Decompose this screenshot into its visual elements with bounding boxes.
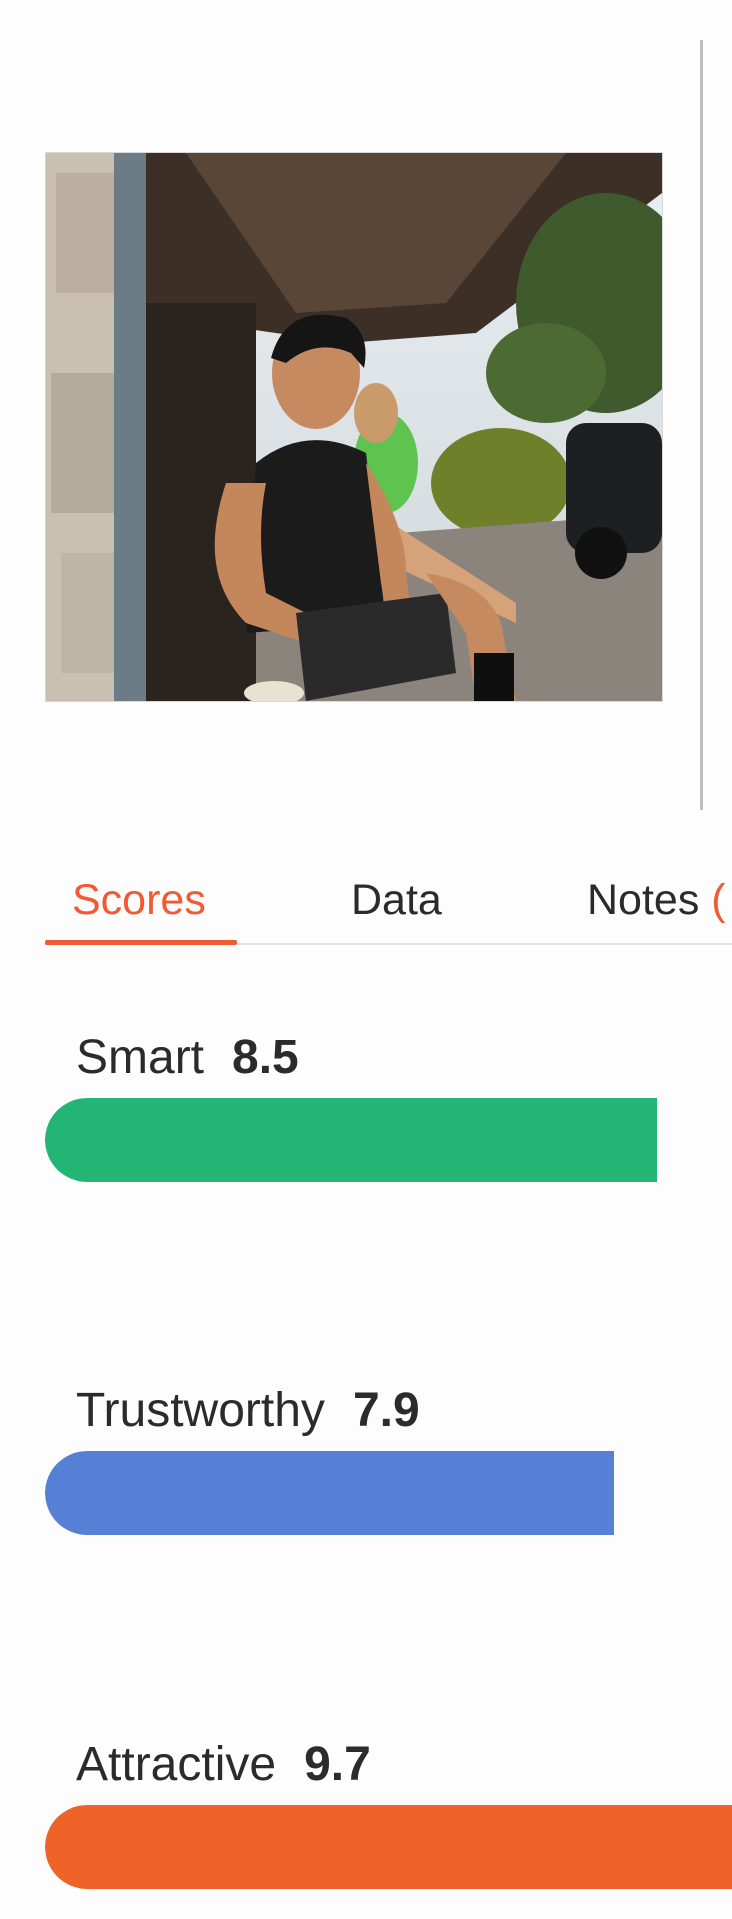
score-bar — [45, 1805, 732, 1889]
tab-notes-label: Notes — [587, 876, 700, 924]
score-name: Attractive — [76, 1738, 277, 1791]
tab-notes-suffix: ( — [711, 876, 726, 924]
score-bar-fill — [45, 1098, 657, 1182]
photo-image — [46, 153, 662, 701]
score-value: 7.9 — [352, 1384, 420, 1437]
vertical-divider — [700, 40, 703, 810]
score-bar — [45, 1451, 732, 1535]
tab-notes[interactable]: Notes ( — [587, 876, 726, 925]
score-label: Smart 8.5 — [76, 1030, 299, 1085]
score-name: Trustworthy — [76, 1384, 325, 1437]
score-value: 9.7 — [304, 1738, 371, 1791]
score-bar-fill — [45, 1451, 614, 1535]
active-tab-indicator — [45, 940, 237, 945]
score-value: 8.5 — [232, 1031, 299, 1084]
profile-photo[interactable] — [45, 152, 663, 702]
score-smart: Smart 8.5 — [45, 1030, 732, 1200]
score-name: Smart — [76, 1031, 205, 1084]
score-attractive: Attractive 9.7 — [45, 1737, 732, 1907]
tab-data[interactable]: Data — [351, 876, 442, 925]
tab-scores[interactable]: Scores — [72, 876, 206, 925]
score-bar-fill — [45, 1805, 732, 1889]
score-label: Attractive 9.7 — [76, 1737, 371, 1792]
score-trustworthy: Trustworthy 7.9 — [45, 1383, 732, 1553]
score-bar — [45, 1098, 732, 1182]
page: Scores Data Notes ( Smart 8.5 Trustworthy… — [0, 0, 732, 1919]
score-label: Trustworthy 7.9 — [76, 1383, 420, 1438]
tab-bar: Scores Data Notes ( — [45, 850, 732, 950]
